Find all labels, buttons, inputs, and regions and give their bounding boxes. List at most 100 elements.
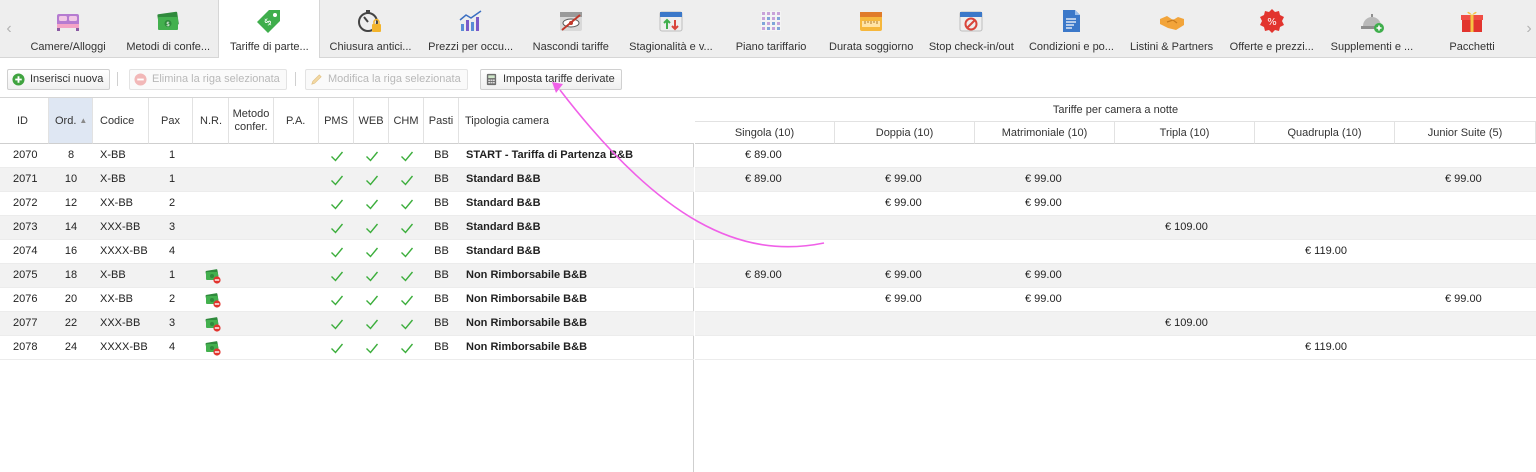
price-cell[interactable] (1115, 336, 1255, 360)
tab-bed[interactable]: Camere/Alloggi (18, 0, 118, 58)
tab-money[interactable]: $ Metodi di confe... (118, 0, 218, 58)
price-cell[interactable]: € 99.00 (975, 264, 1115, 288)
price-cell[interactable]: € 89.00 (695, 168, 835, 192)
tab-service-bell[interactable]: Supplementi e ... (1322, 0, 1422, 58)
price-cell[interactable]: € 99.00 (975, 288, 1115, 312)
price-cell[interactable] (1395, 264, 1536, 288)
price-cell[interactable] (1395, 192, 1536, 216)
price-cell[interactable] (835, 240, 975, 264)
price-row[interactable]: € 89.00 (695, 144, 1536, 168)
table-row[interactable]: 2072 12 XX-BB 2 BB Standard B&B (0, 192, 694, 216)
edit-row-button[interactable]: Modifica la riga selezionata (305, 69, 468, 90)
price-cell[interactable]: € 89.00 (695, 264, 835, 288)
scroll-left-icon[interactable]: ‹ (0, 0, 18, 58)
add-new-button[interactable]: Inserisci nuova (7, 69, 111, 90)
price-cell[interactable]: € 99.00 (975, 168, 1115, 192)
price-cell[interactable]: € 99.00 (1395, 288, 1536, 312)
tab-ruler-calendar[interactable]: Durata soggiorno (821, 0, 921, 58)
tab-calendar-arrows[interactable]: Stagionalità e v... (621, 0, 721, 58)
price-row[interactable]: € 119.00 (695, 240, 1536, 264)
price-cell[interactable] (1395, 336, 1536, 360)
column-header-pms[interactable]: PMS (319, 98, 354, 144)
price-cell[interactable] (1395, 144, 1536, 168)
price-cell[interactable] (1255, 192, 1395, 216)
column-header-room-5[interactable]: Quadrupla (10) (1255, 122, 1395, 144)
column-header-pa[interactable]: P.A. (274, 98, 319, 144)
price-cell[interactable]: € 119.00 (1255, 240, 1395, 264)
price-cell[interactable] (1255, 312, 1395, 336)
price-cell[interactable]: € 119.00 (1255, 336, 1395, 360)
price-cell[interactable]: € 99.00 (835, 264, 975, 288)
delete-row-button[interactable]: Elimina la riga selezionata (129, 69, 287, 90)
tab-gift[interactable]: Pacchetti (1422, 0, 1522, 58)
column-header-meals[interactable]: Pasti (424, 98, 459, 144)
column-header-room-2[interactable]: Doppia (10) (835, 122, 975, 144)
column-header-room-4[interactable]: Tripla (10) (1115, 122, 1255, 144)
price-cell[interactable] (835, 216, 975, 240)
price-cell[interactable] (975, 144, 1115, 168)
price-cell[interactable] (1395, 216, 1536, 240)
price-row[interactable]: € 119.00 (695, 336, 1536, 360)
price-cell[interactable] (1255, 264, 1395, 288)
price-cell[interactable]: € 99.00 (1395, 168, 1536, 192)
column-header-chm[interactable]: CHM (389, 98, 424, 144)
price-row[interactable]: € 99.00 € 99.00 (695, 192, 1536, 216)
column-header-room-6[interactable]: Junior Suite (5) (1395, 122, 1536, 144)
table-row[interactable]: 2070 8 X-BB 1 BB START - Tariffa di Partenza … (0, 144, 694, 168)
tab-grid-plan[interactable]: Piano tariffario (721, 0, 821, 58)
price-cell[interactable] (1395, 240, 1536, 264)
tab-stopwatch-lock[interactable]: Chiusura antici... (320, 0, 420, 58)
price-cell[interactable] (1255, 144, 1395, 168)
price-row[interactable]: € 89.00 € 99.00 € 99.00 (695, 264, 1536, 288)
price-cell[interactable]: € 109.00 (1115, 216, 1255, 240)
price-cell[interactable]: € 99.00 (835, 168, 975, 192)
column-header-ord[interactable]: Ord. ▲ (49, 98, 93, 144)
tab-hidden-calendar[interactable]: Nascondi tariffe (521, 0, 621, 58)
price-cell[interactable]: € 89.00 (695, 144, 835, 168)
price-cell[interactable] (1395, 312, 1536, 336)
price-cell[interactable] (1115, 264, 1255, 288)
tab-bar-chart[interactable]: Prezzi per occu... (421, 0, 521, 58)
price-cell[interactable] (695, 288, 835, 312)
price-cell[interactable] (835, 312, 975, 336)
table-row[interactable]: 2074 16 XXXX-BB 4 BB Standard B&B (0, 240, 694, 264)
price-row[interactable]: € 109.00 (695, 312, 1536, 336)
price-cell[interactable]: € 109.00 (1115, 312, 1255, 336)
price-row[interactable]: € 89.00 € 99.00 € 99.00 € 99.00 (695, 168, 1536, 192)
price-cell[interactable] (1115, 192, 1255, 216)
tab-document[interactable]: Condizioni e po... (1021, 0, 1121, 58)
price-cell[interactable] (1255, 288, 1395, 312)
price-cell[interactable] (835, 144, 975, 168)
scroll-right-icon[interactable]: › (1522, 0, 1536, 58)
tab-percent-badge[interactable]: % Offerte e prezzi... (1222, 0, 1322, 58)
column-header-nr[interactable]: N.R. (193, 98, 229, 144)
table-row[interactable]: 2075 18 X-BB 1 BB Non Rimborsabile B&B (0, 264, 694, 288)
table-row[interactable]: 2073 14 XXX-BB 3 BB Standard B&B (0, 216, 694, 240)
price-cell[interactable] (975, 336, 1115, 360)
column-header-room-type[interactable]: Tipologia camera (459, 98, 694, 144)
table-row[interactable]: 2071 10 X-BB 1 BB Standard B&B (0, 168, 694, 192)
price-cell[interactable] (695, 312, 835, 336)
price-cell[interactable]: € 99.00 (975, 192, 1115, 216)
price-cell[interactable] (835, 336, 975, 360)
price-cell[interactable] (695, 336, 835, 360)
column-header-web[interactable]: WEB (354, 98, 389, 144)
price-row[interactable]: € 109.00 (695, 216, 1536, 240)
price-cell[interactable]: € 99.00 (835, 192, 975, 216)
tab-price-tag[interactable]: $ Tariffe di parte... (218, 0, 321, 59)
price-cell[interactable] (695, 192, 835, 216)
price-cell[interactable] (975, 240, 1115, 264)
table-row[interactable]: 2076 20 XX-BB 2 BB Non Rimborsabile B&B (0, 288, 694, 312)
column-header-pax[interactable]: Pax (149, 98, 193, 144)
price-cell[interactable] (695, 240, 835, 264)
column-header-room-3[interactable]: Matrimoniale (10) (975, 122, 1115, 144)
price-cell[interactable] (1115, 168, 1255, 192)
price-row[interactable]: € 99.00 € 99.00 € 99.00 (695, 288, 1536, 312)
price-cell[interactable] (1255, 168, 1395, 192)
tab-handshake[interactable]: Listini & Partners (1122, 0, 1222, 58)
table-row[interactable]: 2077 22 XXX-BB 3 BB Non Rimborsabile B&B (0, 312, 694, 336)
price-cell[interactable] (695, 216, 835, 240)
price-cell[interactable]: € 99.00 (835, 288, 975, 312)
set-derived-rates-button[interactable]: Imposta tariffe derivate (480, 69, 622, 90)
price-cell[interactable] (975, 312, 1115, 336)
